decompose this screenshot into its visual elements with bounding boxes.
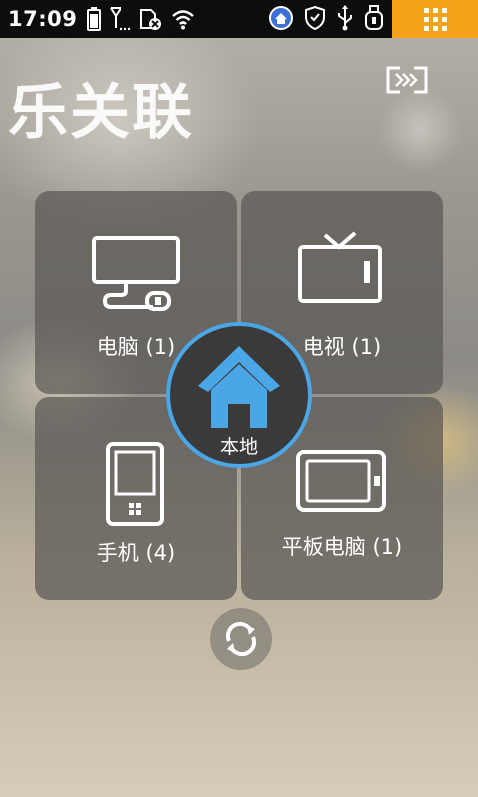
battery-icon [87, 7, 102, 31]
shield-icon [305, 5, 325, 31]
status-bar: 17:09 [0, 0, 478, 38]
status-icons-right [268, 5, 384, 31]
grid-menu-icon [423, 7, 447, 31]
monitor-icon [92, 236, 180, 311]
sim-error-icon [140, 9, 162, 30]
refresh-icon [225, 621, 257, 657]
status-icons-left [87, 6, 195, 32]
security-app-icon [269, 6, 293, 30]
home-label: 本地 [219, 436, 258, 458]
tablet-icon [296, 450, 386, 512]
menu-button[interactable] [392, 0, 478, 38]
home-icon [198, 346, 280, 428]
usb-debug-icon [365, 5, 383, 30]
usb-icon [338, 5, 352, 31]
tile-tablet-label: 平板电脑 (1) [281, 535, 403, 559]
app-title: 乐关联 [8, 78, 194, 148]
refresh-button[interactable] [210, 608, 272, 670]
tv-icon [298, 231, 382, 303]
no-signal-icon [110, 7, 131, 31]
tile-phone-label: 手机 (4) [96, 541, 176, 565]
switch-icon[interactable] [386, 66, 428, 94]
home-button[interactable]: 本地 [166, 322, 312, 468]
wifi-icon [172, 10, 195, 30]
phone-icon [106, 442, 164, 526]
status-time: 17:09 [8, 7, 78, 31]
